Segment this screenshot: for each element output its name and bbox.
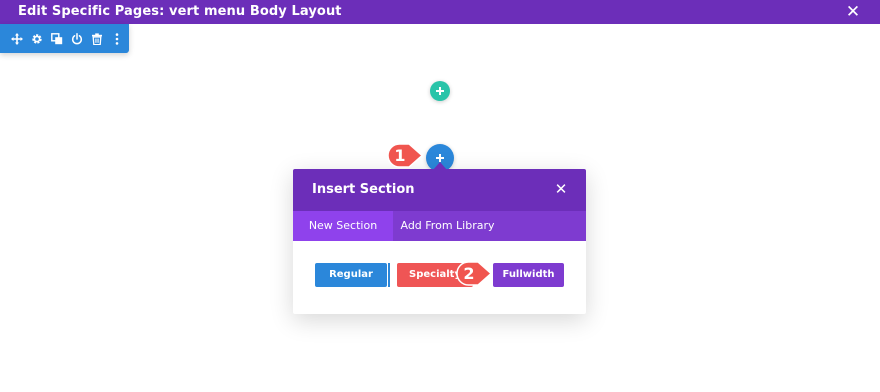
power-icon[interactable] (67, 29, 87, 49)
tab-add-from-library[interactable]: Add From Library (393, 211, 502, 241)
more-vertical-icon[interactable] (107, 29, 127, 49)
fullwidth-section-button[interactable]: Fullwidth (493, 263, 564, 287)
step-2-label: 2 (463, 264, 475, 283)
modal-tabs: New Section Add From Library (293, 211, 586, 241)
title-bar: Edit Specific Pages: vert menu Body Layo… (0, 0, 880, 24)
section-toolbar (0, 24, 129, 53)
close-icon[interactable]: ✕ (844, 2, 862, 22)
button-divider (387, 263, 390, 287)
close-icon[interactable]: ✕ (553, 180, 569, 198)
modal-body: Regular Specialty Fullwidth (293, 241, 586, 314)
step-1-label: 1 (394, 146, 406, 165)
tab-new-section[interactable]: New Section (293, 211, 393, 241)
regular-section-button[interactable]: Regular (315, 263, 387, 287)
page-title: Edit Specific Pages: vert menu Body Layo… (18, 4, 342, 19)
step-1-callout: 1 (387, 143, 423, 168)
modal-header: Insert Section ✕ (293, 169, 586, 211)
insert-section-modal: Insert Section ✕ New Section Add From Li… (293, 162, 586, 314)
builder-canvas: Edit Specific Pages: vert menu Body Layo… (0, 0, 880, 392)
gear-icon[interactable] (27, 29, 47, 49)
trash-icon[interactable] (87, 29, 107, 49)
duplicate-icon[interactable] (47, 29, 67, 49)
step-2-callout: 2 (456, 261, 492, 286)
move-icon[interactable] (7, 29, 27, 49)
add-row-button[interactable] (430, 81, 450, 101)
plus-icon (436, 87, 444, 95)
modal-title: Insert Section (312, 182, 415, 197)
